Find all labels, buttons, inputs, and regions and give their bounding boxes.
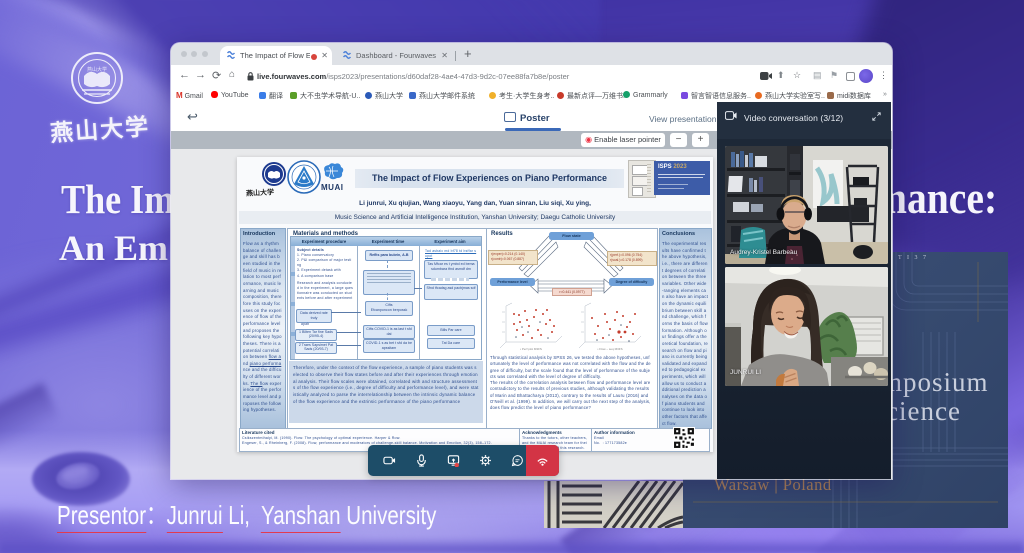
- svg-text:燕山大学: 燕山大学: [87, 66, 107, 73]
- svg-text:• Flow – seq M3FS: • Flow – seq M3FS: [597, 347, 622, 351]
- svg-text:• Perf plot M3FS: • Perf plot M3FS: [520, 347, 542, 351]
